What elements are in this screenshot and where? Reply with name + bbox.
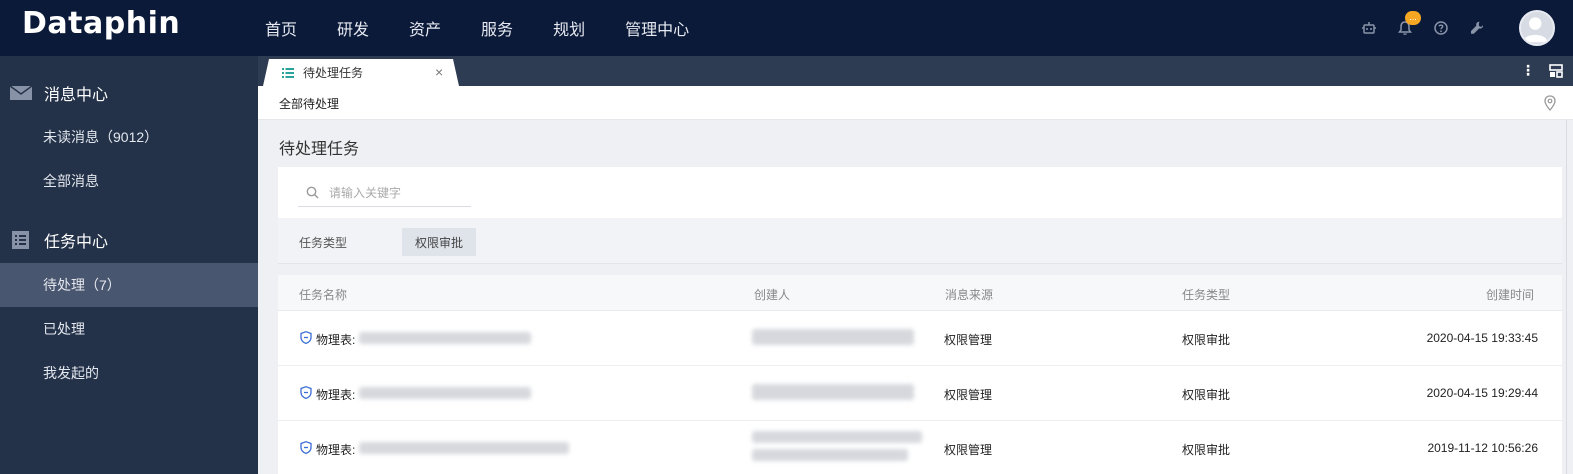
shield-icon: [300, 331, 312, 344]
breadcrumb-item[interactable]: 全部待处理: [279, 95, 339, 112]
app-logo[interactable]: Dataphin: [22, 6, 180, 41]
table-header: 任务名称 创建人 消息来源 任务类型 创建时间: [278, 275, 1562, 311]
sidebar-item-initiated[interactable]: 我发起的: [0, 351, 258, 395]
tab-bar: 待处理任务 × ⋮: [258, 56, 1573, 86]
close-icon[interactable]: ×: [435, 64, 443, 80]
search-input[interactable]: [329, 185, 469, 200]
user-avatar[interactable]: [1519, 10, 1555, 46]
message-source: 权限管理: [944, 388, 993, 402]
nav-services[interactable]: 服务: [481, 16, 513, 40]
created-time: 2019-11-12 10:56:26: [1427, 441, 1538, 455]
filter-chip-permission-approval[interactable]: 权限审批: [402, 228, 476, 256]
redacted-creator: [752, 431, 922, 443]
robot-icon[interactable]: [1361, 20, 1377, 36]
search-panel: [278, 167, 1562, 218]
redacted-task-name: [359, 442, 569, 454]
redacted-creator: [752, 329, 914, 345]
redacted-creator-line2: [752, 449, 908, 461]
wrench-icon[interactable]: [1469, 20, 1485, 36]
tab-tools: ⋮: [1521, 62, 1563, 79]
task-center-header: 任务中心: [0, 218, 258, 262]
list-icon: [282, 67, 294, 78]
content-border: [1566, 120, 1567, 474]
message-source: 权限管理: [944, 443, 993, 457]
page-title: 待处理任务: [279, 141, 360, 158]
sidebar-item-unread[interactable]: 未读消息（9012）: [0, 115, 258, 159]
nav-planning[interactable]: 规划: [553, 16, 585, 40]
header-task-type: 任务类型: [1182, 288, 1231, 302]
created-time: 2020-04-15 19:33:45: [1426, 331, 1538, 345]
table-row[interactable]: 物理表: 权限管理 权限审批 2020-04-15 19:33:45: [278, 311, 1562, 366]
filter-row: 任务类型 权限审批: [278, 218, 1562, 264]
header-task-name: 任务名称: [299, 288, 348, 302]
shield-icon: [300, 441, 312, 454]
created-time: 2020-04-15 19:29:44: [1426, 386, 1538, 400]
task-name-prefix[interactable]: 物理表:: [316, 441, 355, 458]
task-type: 权限审批: [1182, 388, 1231, 402]
bell-icon[interactable]: ...: [1397, 11, 1421, 36]
layout-icon[interactable]: [1549, 63, 1563, 78]
task-type: 权限审批: [1182, 333, 1231, 347]
message-center-header: 消息中心: [0, 71, 258, 115]
task-list-icon: [12, 231, 29, 249]
task-table: 任务名称 创建人 消息来源 任务类型 创建时间 物理表: 权限管理 权限审批 2…: [278, 275, 1562, 474]
task-center-label: 任务中心: [44, 234, 109, 251]
sidebar-item-pending[interactable]: 待处理（7）: [0, 263, 258, 307]
message-center-label: 消息中心: [44, 87, 109, 104]
table-row[interactable]: 物理表: 权限管理 权限审批 2019-11-12 10:56:26: [278, 421, 1562, 474]
redacted-task-name: [359, 387, 531, 399]
sidebar: 消息中心 未读消息（9012） 全部消息 任务中心 待处理（7） 已处理 我发起…: [0, 56, 258, 474]
top-nav: 首页 研发 资产 服务 规划 管理中心: [265, 0, 729, 56]
nav-develop[interactable]: 研发: [337, 16, 369, 40]
header-creator: 创建人: [754, 288, 791, 302]
sidebar-item-processed[interactable]: 已处理: [0, 307, 258, 351]
message-source: 权限管理: [944, 333, 993, 347]
tab-pending-tasks[interactable]: 待处理任务 ×: [263, 59, 459, 86]
table-row[interactable]: 物理表: 权限管理 权限审批 2020-04-15 19:29:44: [278, 366, 1562, 421]
nav-management[interactable]: 管理中心: [625, 16, 689, 40]
sidebar-item-all-messages[interactable]: 全部消息: [0, 159, 258, 203]
redacted-task-name: [359, 332, 531, 344]
header-created-time: 创建时间: [1485, 288, 1534, 302]
mail-icon: [10, 85, 32, 100]
search-icon: [306, 186, 319, 199]
location-pin-icon[interactable]: [1543, 95, 1557, 111]
shield-icon: [300, 386, 312, 399]
filter-label: 任务类型: [299, 236, 348, 250]
more-icon[interactable]: ⋮: [1521, 62, 1535, 79]
breadcrumb: 全部待处理: [258, 86, 1573, 120]
help-icon[interactable]: [1433, 20, 1449, 36]
search-box: [298, 179, 471, 207]
task-name-prefix[interactable]: 物理表:: [316, 331, 355, 348]
redacted-creator: [752, 384, 914, 400]
nav-home[interactable]: 首页: [265, 16, 297, 40]
top-bar: Dataphin 首页 研发 资产 服务 规划 管理中心 ...: [0, 0, 1573, 56]
task-name-prefix[interactable]: 物理表:: [316, 386, 355, 403]
header-source: 消息来源: [945, 288, 994, 302]
notification-badge: ...: [1405, 11, 1421, 25]
task-type: 权限审批: [1182, 443, 1231, 457]
nav-assets[interactable]: 资产: [409, 16, 441, 40]
tab-label: 待处理任务: [303, 66, 364, 80]
header-icons: ...: [1361, 0, 1573, 56]
